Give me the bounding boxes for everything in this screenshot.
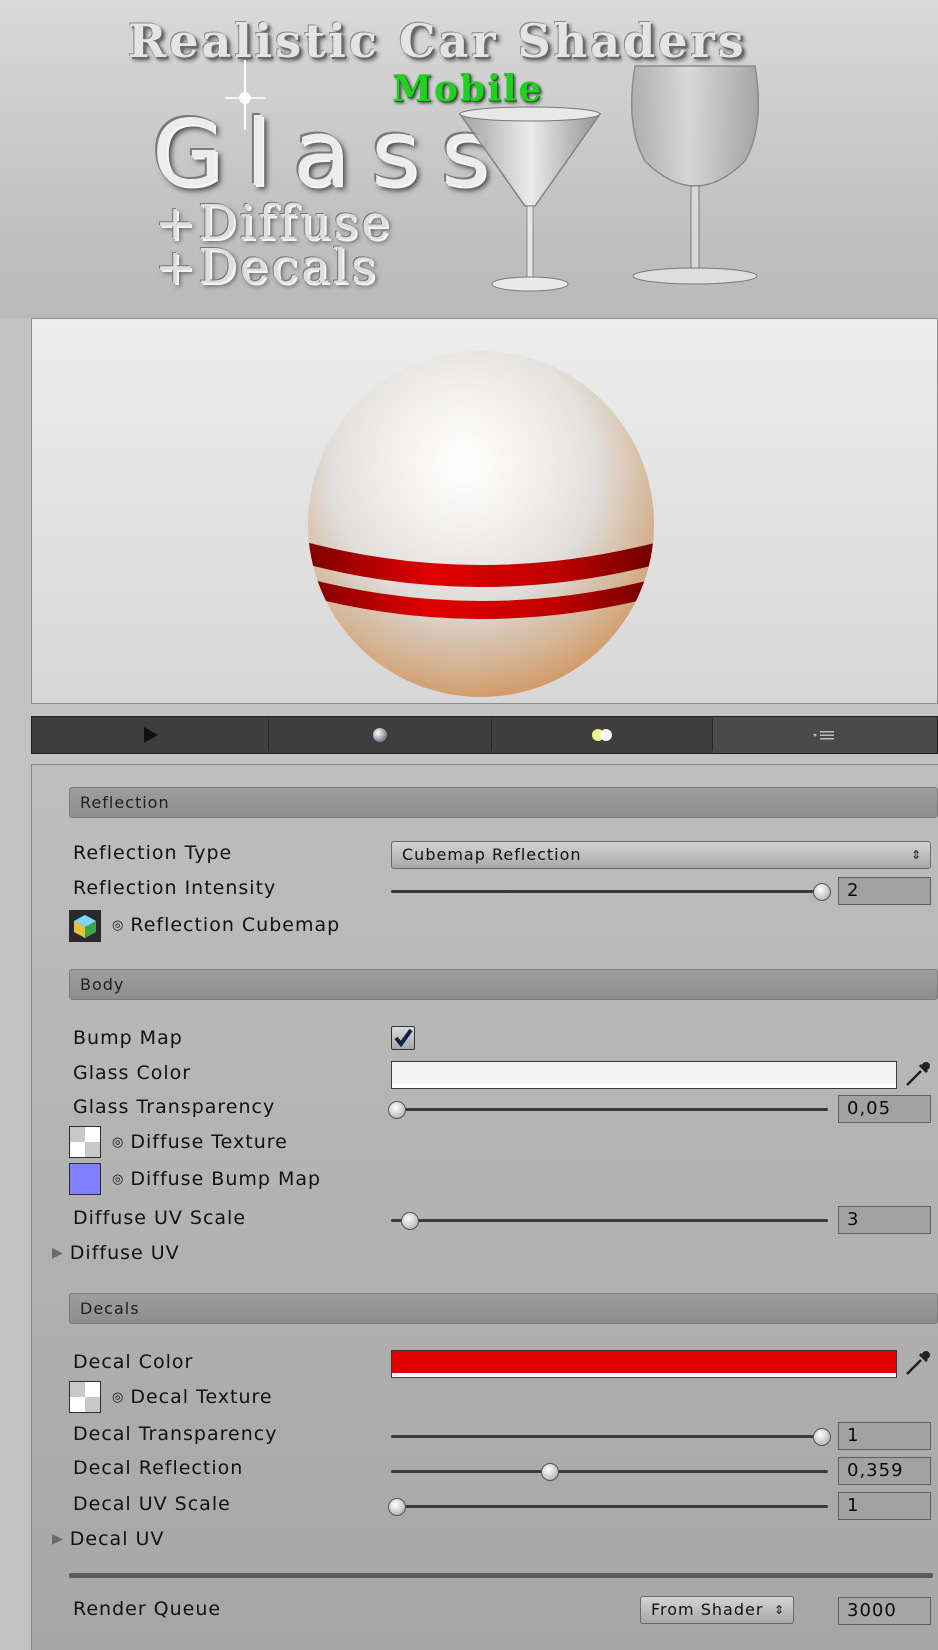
reflection-cubemap-text: Reflection Cubemap [130,914,341,936]
eyedropper-icon[interactable] [903,1348,933,1378]
reflection-intensity-thumb[interactable] [813,883,831,901]
play-icon [144,727,158,743]
diffuse-uv-scale-label: Diffuse UV Scale [73,1207,247,1229]
decal-texture-thumbnail[interactable] [69,1381,101,1413]
banner: Realistic Car Shaders Mobile Glass +Diff… [0,0,938,318]
glass-transparency-label: Glass Transparency [73,1096,276,1118]
decal-uv-text: Decal UV [69,1528,165,1550]
render-queue-dropdown[interactable]: From Shader ⇕ [640,1596,794,1624]
diffuse-texture-text: Diffuse Texture [130,1131,288,1153]
glass-transparency-field[interactable]: 0,05 [838,1095,931,1123]
reflection-intensity-field[interactable]: 2 [838,877,931,905]
cubemap-icon[interactable] [69,910,101,942]
decal-uv-scale-thumb[interactable] [388,1498,406,1516]
object-picker-icon[interactable]: ◎ [112,918,124,933]
play-button[interactable] [32,717,268,753]
object-picker-icon[interactable]: ◎ [112,1135,124,1150]
reflection-type-value: Cubemap Reflection [402,845,582,864]
foldout-arrow-icon: ▶ [52,1531,64,1547]
glass-color-field[interactable] [391,1061,897,1089]
light-icon [592,729,612,741]
decal-texture-text: Decal Texture [130,1386,273,1408]
object-picker-icon[interactable]: ◎ [112,1172,124,1187]
decal-uv-scale-slider[interactable] [391,1505,828,1508]
wine-glass-icon [630,65,760,285]
diffuse-bump-text: Diffuse Bump Map [130,1168,322,1190]
reflection-intensity-slider[interactable] [391,890,828,893]
reflection-cubemap-label[interactable]: ◎ Reflection Cubemap [112,914,340,936]
dropdown-arrow-icon: ⇕ [773,1603,785,1617]
material-preview[interactable] [31,318,938,704]
glass-transparency-slider[interactable] [391,1108,828,1111]
decal-transparency-thumb[interactable] [813,1428,831,1446]
render-queue-mode: From Shader [651,1600,764,1619]
banner-decals: +Decals [155,239,379,295]
checkmark-icon [394,1028,413,1048]
render-queue-label: Render Queue [73,1598,222,1620]
decal-reflection-label: Decal Reflection [73,1457,244,1479]
reflection-intensity-label: Reflection Intensity [73,877,277,899]
diffuse-uv-scale-thumb[interactable] [400,1212,419,1230]
decal-reflection-slider[interactable] [391,1470,828,1473]
preview-toolbar [31,716,938,754]
dropdown-arrow-icon: ⇕ [910,848,922,862]
reflection-type-dropdown[interactable]: Cubemap Reflection ⇕ [391,841,931,869]
decal-reflection-thumb[interactable] [540,1463,559,1481]
bump-map-checkbox[interactable] [391,1026,415,1050]
diffuse-uv-foldout[interactable]: ▶ Diffuse UV [52,1242,180,1264]
sparkle-icon [225,60,265,130]
preview-sphere-button[interactable] [269,717,491,753]
reflection-type-label: Reflection Type [73,842,233,864]
foldout-arrow-icon: ▶ [52,1245,64,1261]
glass-color-label: Glass Color [73,1062,192,1084]
diffuse-texture-thumbnail[interactable] [69,1126,101,1158]
decal-color-label: Decal Color [73,1351,194,1373]
diffuse-uv-scale-slider[interactable] [391,1219,828,1222]
section-header-body: Body [69,969,938,1000]
divider [69,1573,933,1578]
diffuse-uv-text: Diffuse UV [69,1242,180,1264]
diffuse-bump-thumbnail[interactable] [69,1163,101,1195]
sphere-icon [373,728,387,742]
decal-texture-label[interactable]: ◎ Decal Texture [112,1386,273,1408]
bump-map-label: Bump Map [73,1027,183,1049]
object-picker-icon[interactable]: ◎ [112,1390,124,1405]
section-header-decals: Decals [69,1293,938,1324]
decal-transparency-slider[interactable] [391,1435,828,1438]
section-header-reflection: Reflection [69,787,938,818]
render-queue-field[interactable]: 3000 [838,1597,931,1625]
diffuse-uv-scale-field[interactable]: 3 [838,1206,931,1234]
decal-reflection-field[interactable]: 0,359 [838,1457,931,1485]
preview-lighting-button[interactable] [492,717,712,753]
preview-settings-button[interactable] [713,717,937,753]
decal-uv-scale-field[interactable]: 1 [838,1492,931,1520]
decal-transparency-field[interactable]: 1 [838,1422,931,1450]
settings-menu-icon [813,731,834,740]
preview-sphere [308,351,654,697]
diffuse-texture-label[interactable]: ◎ Diffuse Texture [112,1131,288,1153]
martini-glass-icon [458,106,602,292]
decal-uv-foldout[interactable]: ▶ Decal UV [52,1528,164,1550]
diffuse-bump-label[interactable]: ◎ Diffuse Bump Map [112,1168,321,1190]
decal-uv-scale-label: Decal UV Scale [73,1493,231,1515]
eyedropper-icon[interactable] [903,1059,933,1089]
decal-transparency-label: Decal Transparency [73,1423,278,1445]
glass-transparency-thumb[interactable] [388,1101,406,1119]
decal-color-field[interactable] [391,1350,897,1378]
